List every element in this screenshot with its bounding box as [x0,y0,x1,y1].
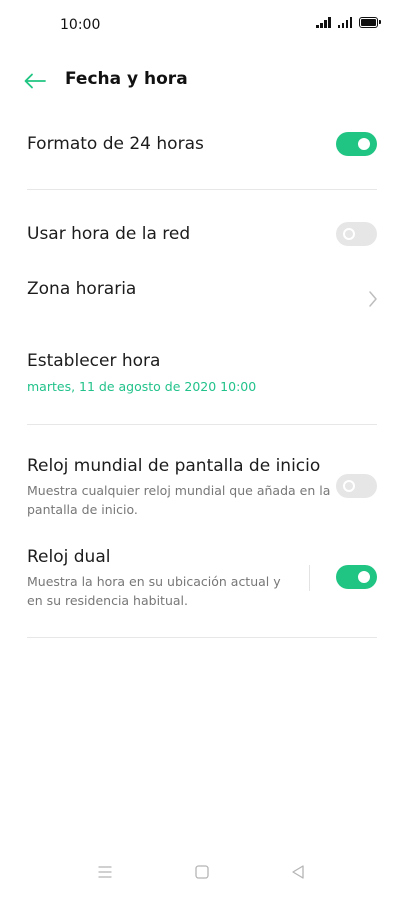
dual-clock-description-line1: Muestra la hora en su ubicación actual y [27,574,281,589]
back-nav-button[interactable] [286,862,310,882]
divider [27,424,377,425]
divider [27,189,377,190]
menu-button[interactable] [93,862,117,882]
battery-icon [359,17,381,28]
set-time-value: martes, 11 de agosto de 2020 10:00 [27,379,257,394]
page-title: Fecha y hora [65,69,188,89]
format-24h-toggle[interactable] [336,132,377,156]
set-time-label: Establecer hora [27,351,161,371]
world-clock-description-line1: Muestra cualquier reloj mundial que añad… [27,483,331,498]
separator [309,565,310,591]
network-time-label: Usar hora de la red [27,224,191,244]
home-square-icon [195,865,209,879]
time-zone-row[interactable]: Zona horaria [0,265,404,325]
format-24h-label: Formato de 24 horas [27,134,204,154]
signal-icon [316,16,331,28]
back-triangle-icon [292,865,304,879]
dual-clock-toggle[interactable] [336,565,377,589]
dual-clock-label: Reloj dual [27,547,111,567]
status-time: 10:00 [60,17,101,33]
menu-icon [98,866,112,878]
world-clock-description-line2: pantalla de inicio. [27,502,138,517]
divider [27,637,377,638]
world-clock-toggle[interactable] [336,474,377,498]
arrow-left-icon [24,73,46,89]
chevron-right-icon [368,290,378,312]
network-time-toggle[interactable] [336,222,377,246]
back-button[interactable] [18,64,52,98]
world-clock-label: Reloj mundial de pantalla de inicio [27,456,321,476]
dual-clock-description-line2: en su residencia habitual. [27,593,188,608]
home-button[interactable] [190,862,214,882]
time-zone-label: Zona horaria [27,279,137,299]
signal-icon-2 [337,16,352,28]
status-icons [316,16,381,28]
set-time-row[interactable]: Establecer hora martes, 11 de agosto de … [0,340,404,404]
